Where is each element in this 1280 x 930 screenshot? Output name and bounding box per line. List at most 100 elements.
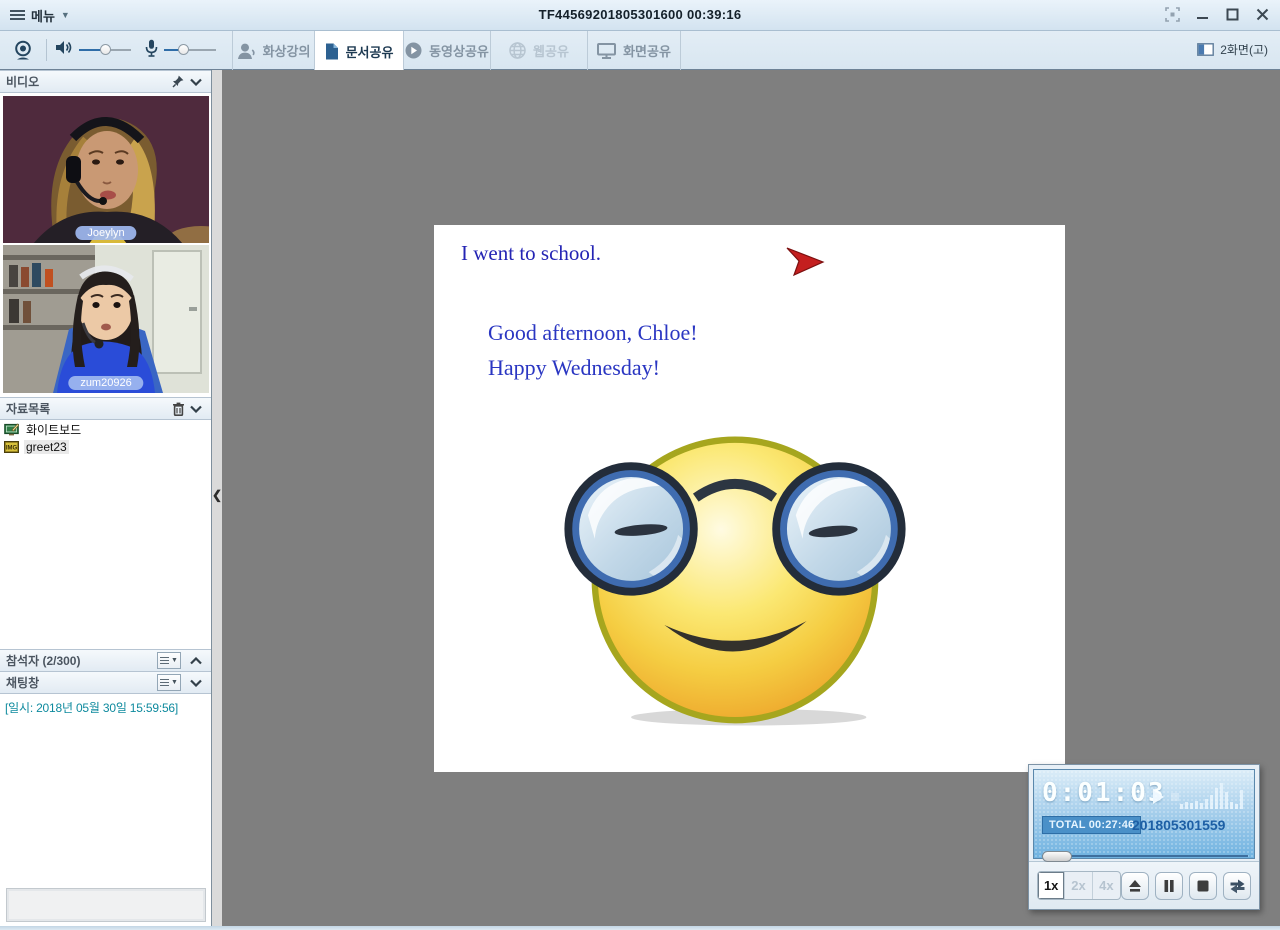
window-controls	[1162, 4, 1272, 24]
speed-4x-button[interactable]: 4x	[1093, 872, 1120, 899]
sidebar: 비디오	[0, 70, 212, 926]
collapse-chat-chevron-icon[interactable]	[187, 674, 205, 692]
player-controls: 1x 2x 4x	[1029, 861, 1259, 909]
window-title: TF44569201805301600 00:39:16	[0, 7, 1280, 22]
mic-volume-thumb[interactable]	[178, 44, 189, 55]
material-item-whiteboard[interactable]: 화이트보드	[0, 421, 211, 438]
chat-timestamp-message: [일시: 2018년 05월 30일 15:59:56]	[0, 695, 211, 720]
video-feed-teacher[interactable]: Joeylyn	[3, 96, 209, 243]
chat-input[interactable]	[6, 888, 206, 922]
participant-nametag: zum20926	[68, 376, 143, 390]
webcam-video-frame	[3, 96, 209, 243]
list-icon	[160, 655, 169, 666]
trash-icon[interactable]	[169, 400, 187, 418]
video-panel-title: 비디오	[6, 73, 39, 90]
whiteboard-icon	[4, 423, 19, 436]
material-label: greet23	[24, 440, 69, 454]
titlebar: 메뉴 ▼ TF44569201805301600 00:39:16	[0, 0, 1280, 31]
document-icon	[325, 43, 339, 60]
material-label: 화이트보드	[24, 421, 83, 438]
screen-mode-label: 2화면(고)	[1220, 41, 1268, 58]
tab-document-share[interactable]: 문서공유	[315, 31, 404, 71]
pause-button[interactable]	[1155, 872, 1183, 900]
split-screen-icon	[1197, 43, 1214, 56]
transport-buttons	[1121, 872, 1251, 900]
document-greeting: Good afternoon, Chloe! Happy Wednesday!	[488, 315, 698, 385]
webcam-icon[interactable]	[8, 40, 38, 61]
pin-icon[interactable]	[169, 73, 187, 91]
webcam-video-frame	[3, 245, 209, 393]
recording-player: 0:01:03 TOTAL 00:27:46 2	[1028, 764, 1260, 910]
close-button[interactable]	[1252, 4, 1272, 24]
main-content: I went to school. Good afternoon, Chloe!…	[222, 70, 1280, 926]
mic-volume-slider[interactable]	[164, 44, 216, 56]
speed-2x-button[interactable]: 2x	[1065, 872, 1092, 899]
globe-icon	[509, 42, 526, 59]
chevron-down-icon: ▼	[171, 657, 178, 664]
chat-panel-header: 채팅창 ▼	[0, 671, 211, 694]
window-bottom-edge	[0, 926, 1280, 930]
pause-icon	[1162, 879, 1176, 893]
equalizer-icon	[1180, 782, 1246, 810]
smiley-glasses-image	[562, 427, 908, 727]
participants-panel-header: 참석자 (2/300) ▼	[0, 649, 211, 672]
tab-label: 동영상공유	[429, 41, 489, 60]
tab-web-share[interactable]: 웹공유	[491, 31, 588, 70]
eject-button[interactable]	[1121, 872, 1149, 900]
greeting-line2: Happy Wednesday!	[488, 350, 698, 385]
materials-panel-title: 자료목록	[6, 400, 50, 417]
tab-label: 화면공유	[623, 41, 671, 60]
av-controls	[8, 31, 222, 69]
pointer-arrow-icon	[786, 247, 826, 277]
skip-swap-button[interactable]	[1223, 872, 1251, 900]
minimize-button[interactable]	[1192, 4, 1212, 24]
tab-video-lecture[interactable]: 화상강의	[232, 31, 315, 70]
fullscreen-button[interactable]	[1162, 4, 1182, 24]
player-display: 0:01:03 TOTAL 00:27:46 2	[1033, 769, 1255, 859]
sidebar-collapse-strip: ❮	[212, 70, 222, 926]
greeting-line1: Good afternoon, Chloe!	[488, 315, 698, 350]
expand-participants-chevron-icon[interactable]	[187, 652, 205, 670]
material-item-greet23[interactable]: IMG greet23	[0, 438, 211, 455]
microphone-icon[interactable]	[145, 39, 158, 62]
screen-mode-button[interactable]: 2화면(고)	[1197, 41, 1268, 58]
maximize-button[interactable]	[1222, 4, 1242, 24]
video-feed-student[interactable]: zum20926	[3, 245, 209, 393]
image-file-icon: IMG	[4, 441, 19, 453]
divider	[46, 39, 47, 61]
chat-panel-title: 채팅창	[6, 674, 39, 691]
speed-1x-button[interactable]: 1x	[1038, 872, 1065, 899]
tab-label: 화상강의	[263, 41, 311, 60]
sidebar-collapse-handle[interactable]: ❮	[212, 482, 222, 508]
swap-arrows-icon	[1229, 878, 1246, 894]
svg-text:IMG: IMG	[6, 445, 18, 451]
play-status-icon	[1138, 790, 1179, 804]
speaker-icon[interactable]	[55, 40, 73, 60]
speaker-volume-thumb[interactable]	[100, 44, 111, 55]
total-time-badge: TOTAL 00:27:46	[1042, 816, 1141, 834]
document-sentence: I went to school.	[461, 241, 601, 266]
recording-id: 201805301559	[1132, 817, 1225, 833]
tab-label: 문서공유	[346, 42, 394, 61]
shared-document-canvas[interactable]: I went to school. Good afternoon, Chloe!…	[434, 225, 1065, 772]
monitor-icon	[597, 43, 616, 59]
participants-menu-button[interactable]: ▼	[157, 652, 181, 669]
seek-bar[interactable]	[1042, 850, 1248, 862]
tab-movie-share[interactable]: 동영상공유	[404, 31, 491, 70]
collapse-materials-chevron-icon[interactable]	[187, 400, 205, 418]
stop-button[interactable]	[1189, 872, 1217, 900]
eject-icon	[1127, 878, 1143, 894]
speaker-volume-slider[interactable]	[79, 44, 131, 56]
toolbar: 화상강의 문서공유 동영상공유	[0, 31, 1280, 70]
participant-nametag: Joeylyn	[75, 226, 136, 240]
chat-menu-button[interactable]: ▼	[157, 674, 181, 691]
chevron-down-icon: ▼	[171, 679, 178, 686]
tab-screen-share[interactable]: 화면공유	[588, 31, 681, 70]
share-tabs: 화상강의 문서공유 동영상공유	[232, 31, 681, 70]
chat-message-area: [일시: 2018년 05월 30일 15:59:56]	[0, 695, 211, 885]
stop-icon	[1196, 879, 1210, 893]
playback-speed-group: 1x 2x 4x	[1037, 871, 1121, 900]
collapse-video-chevron-icon[interactable]	[187, 73, 205, 91]
seek-thumb[interactable]	[1042, 851, 1072, 862]
play-circle-icon	[405, 42, 422, 59]
